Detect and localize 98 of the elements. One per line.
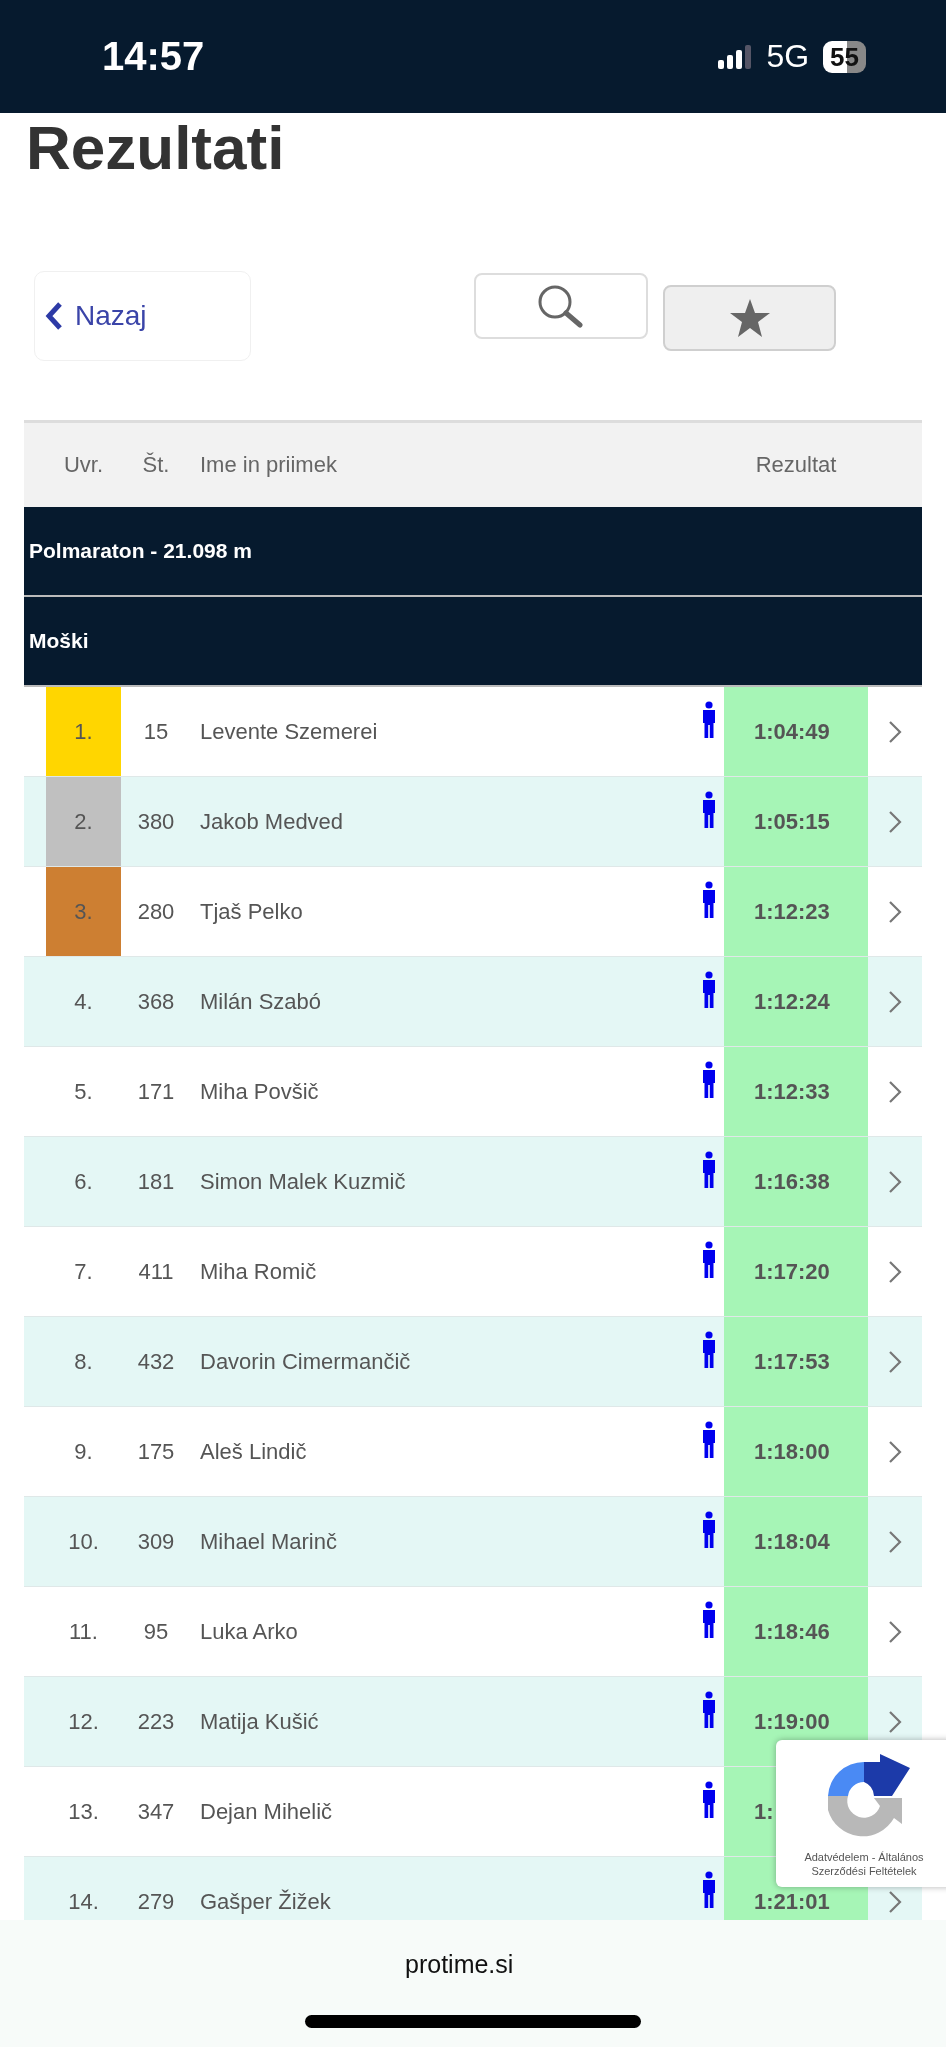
chevron-right-icon[interactable] — [888, 989, 902, 1014]
rank-cell-text: 7. — [73, 1257, 94, 1286]
bib-number: 279 — [137, 1887, 175, 1916]
result-cell: 1:18:00 — [724, 1407, 868, 1496]
result-cell: 1:17:53 — [724, 1317, 868, 1406]
chevron-right-icon[interactable] — [888, 1169, 902, 1194]
person-icon — [700, 1511, 717, 1549]
rank-cell-text: 6. — [73, 1167, 94, 1196]
bib-number: 347 — [137, 1797, 175, 1826]
rank-cell-text: 10. — [67, 1527, 100, 1556]
athlete-name: Simon Malek Kuzmič — [199, 1167, 406, 1196]
person-icon — [700, 1781, 717, 1819]
bib-number: 411 — [138, 1257, 174, 1286]
rank-cell-text: 14. — [67, 1887, 100, 1916]
person-icon — [700, 791, 717, 829]
result-cell: 1:05:15 — [724, 777, 868, 866]
chevron-right-icon[interactable] — [888, 1349, 902, 1374]
chevron-right-icon[interactable] — [888, 1529, 902, 1554]
athlete-name: Tjaš Pelko — [199, 897, 303, 926]
person-icon — [700, 1331, 717, 1369]
column-header: Uvr. — [63, 452, 104, 478]
battery-indicator: 55 — [823, 40, 866, 73]
result-cell: 1:12:33 — [724, 1047, 868, 1136]
result-cell: 1:17:20 — [724, 1227, 868, 1316]
rank-cell-text: 5. — [73, 1077, 94, 1106]
favorites-button[interactable] — [663, 285, 836, 351]
rank-cell-text: 9. — [73, 1437, 94, 1466]
athlete-name: Gašper Žižek — [199, 1887, 331, 1916]
person-icon — [700, 881, 717, 919]
bib-number: 15 — [143, 717, 169, 746]
rank-cell-text: 4. — [73, 987, 94, 1016]
back-button[interactable]: Nazaj — [34, 271, 251, 361]
search-icon — [536, 284, 586, 328]
rank-cell-text: 11. — [68, 1617, 99, 1646]
bib-number: 280 — [137, 897, 175, 926]
person-icon — [700, 701, 717, 739]
column-header: Rezultat — [755, 452, 837, 478]
star-icon — [728, 298, 771, 338]
page-title: Rezultati — [26, 115, 286, 181]
chevron-right-icon[interactable] — [888, 1619, 902, 1644]
person-icon — [700, 1061, 717, 1099]
athlete-name: Miha Povšič — [199, 1077, 319, 1106]
person-icon — [700, 1691, 717, 1729]
bib-number: 175 — [137, 1437, 175, 1466]
section-title: Moški — [29, 629, 89, 653]
bib-number: 309 — [137, 1527, 175, 1556]
bib-number: 432 — [137, 1347, 175, 1376]
result-cell: 1:16:38 — [724, 1137, 868, 1226]
athlete-name: Milán Szabó — [199, 987, 322, 1016]
url-text[interactable]: protime.si — [405, 1950, 514, 1979]
column-header: Ime in priimek — [199, 452, 337, 478]
person-icon — [700, 1871, 717, 1909]
chevron-right-icon[interactable] — [888, 719, 902, 744]
section-title: Polmaraton - 21.098 m — [29, 539, 252, 563]
result-cell: 1:04:49 — [724, 687, 868, 776]
chevron-right-icon[interactable] — [888, 1439, 902, 1464]
chevron-left-icon — [45, 301, 63, 331]
athlete-name: Mihael Marinč — [199, 1527, 337, 1556]
rank-cell-text: 8. — [73, 1347, 94, 1376]
athlete-name: Jakob Medved — [199, 807, 344, 836]
search-button[interactable] — [474, 273, 648, 339]
signal-icon — [718, 44, 753, 69]
result-cell: 1:18:46 — [724, 1587, 868, 1676]
result-cell: 1:12:24 — [724, 957, 868, 1046]
rank-cell-text: 13. — [67, 1797, 100, 1826]
network-label: 5G — [766, 38, 810, 75]
result-cell: 1:12:23 — [724, 867, 868, 956]
bib-number: 181 — [137, 1167, 175, 1196]
rank-cell: 2. — [46, 777, 121, 866]
athlete-name: Davorin Cimermančič — [199, 1347, 411, 1376]
chevron-right-icon[interactable] — [888, 1709, 902, 1734]
athlete-name: Luka Arko — [199, 1617, 298, 1646]
person-icon — [700, 1421, 717, 1459]
chevron-right-icon[interactable] — [888, 1259, 902, 1284]
athlete-name: Aleš Lindič — [199, 1437, 307, 1466]
bib-number: 95 — [143, 1617, 169, 1646]
athlete-name: Levente Szemerei — [199, 717, 378, 746]
rank-cell-text: 12. — [67, 1707, 100, 1736]
chevron-right-icon[interactable] — [888, 1889, 902, 1914]
bib-number: 223 — [137, 1707, 175, 1736]
person-icon — [700, 1241, 717, 1279]
person-icon — [700, 1601, 717, 1639]
bib-number: 380 — [137, 807, 175, 836]
bib-number: 368 — [137, 987, 175, 1016]
person-icon — [700, 971, 717, 1009]
athlete-name: Matija Kušić — [199, 1707, 319, 1736]
rank-cell: 3. — [46, 867, 121, 956]
person-icon — [700, 1151, 717, 1189]
rank-cell: 1. — [46, 687, 121, 776]
clock: 14:57 — [102, 34, 205, 79]
athlete-name: Miha Romič — [199, 1257, 317, 1286]
chevron-right-icon[interactable] — [888, 899, 902, 924]
column-header: Št. — [142, 452, 170, 478]
bib-number: 171 — [137, 1077, 175, 1106]
result-cell: 1:18:04 — [724, 1497, 868, 1586]
athlete-name: Dejan Mihelič — [199, 1797, 333, 1826]
chevron-right-icon[interactable] — [888, 809, 902, 834]
chevron-right-icon[interactable] — [888, 1079, 902, 1104]
